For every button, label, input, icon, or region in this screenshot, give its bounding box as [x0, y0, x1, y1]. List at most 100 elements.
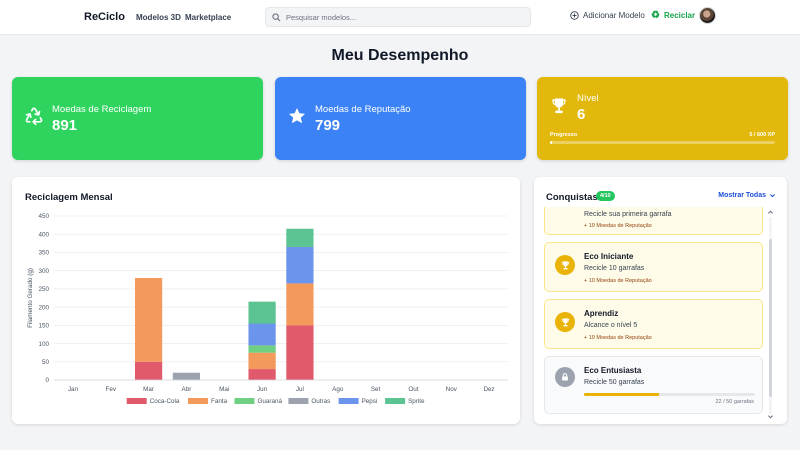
bar-pepsi-jul	[286, 246, 314, 284]
achievement-first-bottle: Recicle sua primeira garrafa + 10 Moedas…	[544, 207, 763, 235]
legend-label: Pepsi	[362, 398, 378, 405]
level-card: Nível 6 Progresso 5 / 600 XP	[537, 77, 788, 160]
nav-link-modelos-3d[interactable]: Modelos 3D	[136, 13, 181, 22]
legend-label: Guaraná	[258, 398, 283, 405]
y-tick-label: 150	[38, 323, 49, 330]
scroll-down-arrow-icon[interactable]	[767, 414, 774, 420]
x-tick-label: Set	[371, 386, 381, 393]
y-tick-label: 50	[42, 359, 50, 366]
add-model-label: Adicionar Modelo	[583, 11, 645, 20]
x-tick-label: Dez	[483, 386, 494, 393]
legend-swatch	[234, 398, 255, 404]
x-tick-label: Jun	[257, 386, 268, 393]
x-tick-label: Mar	[143, 386, 154, 393]
achievement-eco-iniciante: Eco Iniciante Recicle 10 garrafas + 10 M…	[544, 242, 763, 292]
brand-logo[interactable]: ReCiclo	[84, 11, 125, 23]
y-tick-label: 450	[38, 213, 49, 220]
achievements-count-badge: 4/10	[596, 191, 615, 201]
bar-cocacola-jul	[286, 325, 314, 380]
achievements-list[interactable]: Recicle sua primeira garrafa + 10 Moedas…	[544, 207, 764, 419]
recycle-button[interactable]: ♻ Reciclar	[651, 10, 696, 21]
star-icon	[287, 106, 307, 131]
trophy-icon	[555, 312, 575, 332]
y-tick-label: 100	[38, 341, 49, 348]
achievement-reward: + 10 Moedas de Reputação	[584, 223, 652, 229]
achievement-desc: Alcance o nível 5	[584, 322, 638, 329]
scrollbar-thumb[interactable]	[769, 239, 772, 397]
monthly-recycling-chart-panel: Reciclagem Mensal 0 50 100 150 200 250 300 350 4…	[12, 177, 520, 424]
level-value: 6	[577, 106, 586, 123]
bar-fanta-jun	[248, 352, 276, 370]
nav-link-marketplace[interactable]: Marketplace	[185, 13, 231, 22]
lock-icon	[555, 367, 575, 387]
trophy-icon	[555, 255, 575, 275]
achievement-desc: Recicle 10 garrafas	[584, 265, 645, 272]
x-tick-label: Ago	[332, 386, 344, 393]
y-axis-label: Filamento Gerado (g)	[27, 268, 34, 328]
legend-swatch	[126, 398, 147, 404]
recycle-icon	[24, 106, 44, 131]
y-tick-label: 350	[38, 250, 49, 257]
x-tick-label: Abr	[182, 386, 192, 393]
y-tick-label: 0	[45, 377, 49, 384]
legend-label: Outras	[311, 398, 330, 405]
search-input[interactable]	[286, 11, 522, 24]
recycle-coins-card: Moedas de Reciclagem 891	[12, 77, 263, 160]
y-tick-label: 200	[38, 304, 49, 311]
recycle-coins-label: Moedas de Reciclagem	[52, 104, 152, 115]
achievements-title: Conquistas	[546, 192, 598, 203]
achievement-reward: + 10 Moedas de Reputação	[584, 278, 652, 284]
legend-swatch	[188, 398, 208, 404]
reputation-coins-card: Moedas de Reputação 799	[275, 77, 526, 160]
bar-sprite-jun	[248, 301, 276, 324]
bar-fanta-jul	[286, 283, 314, 326]
y-tick-label: 250	[38, 286, 49, 293]
legend-swatch	[338, 398, 359, 404]
reputation-coins-value: 799	[315, 117, 341, 134]
achievement-reward: + 10 Moedas de Reputação	[584, 335, 652, 341]
bar-fanta-mar	[134, 277, 163, 362]
monthly-recycling-chart: 0 50 100 150 200 250 300 350 400 450 Filamento Ger…	[27, 213, 508, 405]
achievement-progress-fill	[584, 393, 660, 396]
bar-guaran-jun	[248, 345, 276, 353]
trophy-icon	[549, 96, 569, 121]
achievement-name: Aprendiz	[584, 309, 619, 318]
recycle-coins-value: 891	[52, 117, 78, 134]
reputation-coins-label: Moedas de Reputação	[315, 104, 411, 115]
user-avatar[interactable]	[699, 7, 716, 24]
legend-label: Fanta	[211, 398, 228, 405]
achievement-desc: Recicle sua primeira garrafa	[584, 211, 672, 218]
recycle-label: Reciclar	[663, 11, 696, 20]
x-tick-label: Fev	[106, 386, 117, 393]
show-all-label: Mostrar Todas	[718, 192, 766, 199]
achievement-progress-text: 22 / 50 garrafas	[715, 399, 754, 405]
bar-pepsi-jun	[248, 323, 276, 346]
recycle-nav-icon: ♻	[651, 10, 660, 21]
scroll-up-arrow-icon[interactable]	[767, 209, 774, 215]
bar-cocacola-jun	[248, 369, 276, 380]
x-tick-label: Jan	[68, 386, 79, 393]
y-tick-label: 400	[38, 231, 49, 238]
show-all-button[interactable]: Mostrar Todas	[718, 192, 776, 199]
achievements-scrollbar[interactable]	[769, 217, 772, 414]
search-bar[interactable]	[265, 7, 531, 27]
achievement-aprendiz: Aprendiz Alcance o nível 5 + 10 Moedas d…	[544, 299, 763, 349]
add-model-button[interactable]: Adicionar Modelo	[570, 11, 645, 20]
level-progress-label: Progresso	[550, 132, 578, 138]
achievements-panel: Conquistas 4/10 Mostrar Todas Recicle su…	[534, 177, 787, 424]
legend-label: Sprite	[408, 398, 425, 405]
legend-swatch	[385, 398, 406, 404]
legend-label: Coca-Cola	[150, 398, 180, 405]
level-progress-value: 5 / 600 XP	[749, 132, 775, 138]
chevron-down-icon	[770, 194, 775, 198]
x-tick-label: Nov	[446, 386, 458, 393]
page-title: Meu Desempenho	[331, 47, 469, 64]
achievement-name: Eco Iniciante	[584, 252, 634, 261]
x-tick-label: Mai	[219, 386, 229, 393]
bar-outras-abr	[172, 372, 201, 380]
plus-circle-icon	[570, 11, 579, 20]
top-navbar: ReCiclo Modelos 3D Marketplace Adicionar…	[0, 0, 800, 35]
achievement-desc: Recicle 50 garrafas	[584, 379, 645, 386]
bar-cocacola-mar	[134, 361, 163, 380]
achievement-name: Eco Entusiasta	[584, 366, 642, 375]
